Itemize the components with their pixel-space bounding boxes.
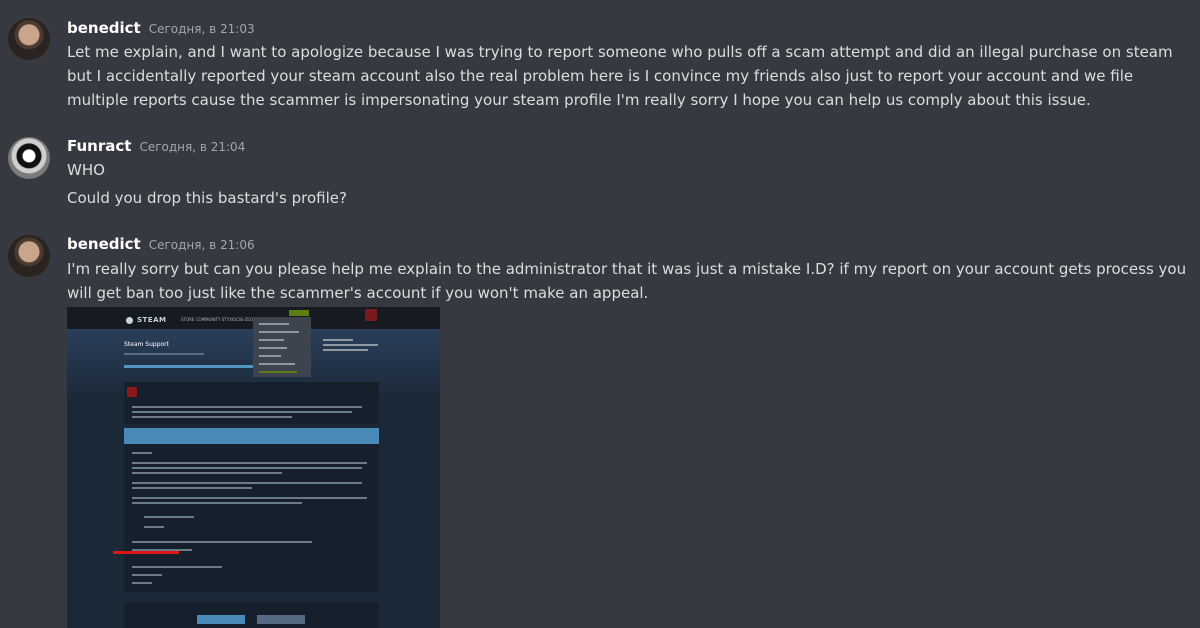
steam-logo-icon <box>126 317 133 324</box>
avatar[interactable] <box>8 235 50 277</box>
install-button <box>289 310 309 316</box>
message-text: WHO <box>67 161 105 179</box>
timestamp: Сегодня, в 21:04 <box>139 140 246 154</box>
timestamp: Сегодня, в 21:06 <box>148 238 255 252</box>
steam-logo: STEAM <box>137 316 167 324</box>
steam-page-title: Steam Support <box>124 341 169 348</box>
username[interactable]: benedict <box>67 235 141 253</box>
timestamp: Сегодня, в 21:03 <box>148 22 255 36</box>
resolved-button <box>197 615 245 624</box>
notifications-dropdown <box>253 317 311 377</box>
message-text: Let me explain, and I want to apologize … <box>67 43 1173 109</box>
steam-nav: STORE COMMUNITY STYXIOCIB-ZEO <box>181 317 253 322</box>
breadcrumb <box>124 353 204 355</box>
avatar[interactable] <box>8 137 50 179</box>
steam-message-panel <box>124 382 379 424</box>
steam-support-message <box>124 444 379 592</box>
username[interactable]: Funract <box>67 137 131 155</box>
steam-feedback-panel <box>124 602 379 628</box>
ticket-link <box>124 365 264 368</box>
message-text: I'm really sorry but can you please help… <box>67 260 1187 302</box>
account-info <box>323 339 383 355</box>
need-help-button <box>257 615 305 624</box>
steam-support-header <box>124 428 379 444</box>
message-text: Could you drop this bastard's profile? <box>67 189 347 207</box>
username[interactable]: benedict <box>67 19 141 37</box>
steam-avatar <box>365 309 377 321</box>
user-avatar <box>127 387 137 397</box>
image-attachment[interactable]: STEAM STORE COMMUNITY STYXIOCIB-ZEO Stea… <box>67 307 440 628</box>
avatar[interactable] <box>8 18 50 60</box>
redacted-link <box>113 551 179 554</box>
